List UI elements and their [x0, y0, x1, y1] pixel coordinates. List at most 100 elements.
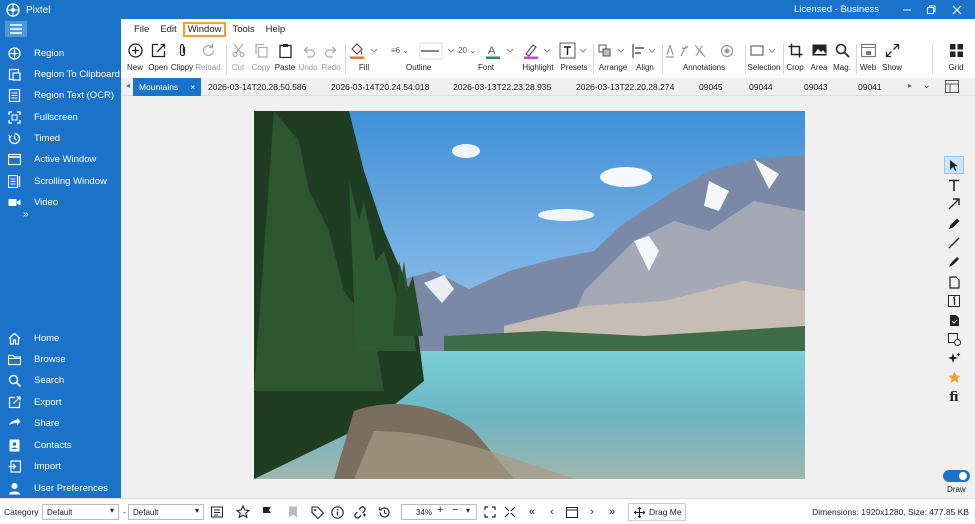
clippy-button[interactable]: Clippy	[170, 40, 194, 72]
menu-help[interactable]: Help	[261, 22, 291, 37]
magic-tool[interactable]	[944, 349, 964, 367]
redo-button[interactable]: Redo	[320, 40, 342, 72]
flag-button[interactable]	[260, 505, 274, 519]
presets-dropdown[interactable]: Presets	[558, 40, 590, 72]
next-image-button[interactable]: ›	[585, 505, 599, 519]
selection-dropdown[interactable]: Selection	[747, 40, 781, 72]
sidebar-item-video[interactable]: Video	[0, 192, 121, 212]
history-button[interactable]	[377, 505, 391, 519]
web-button[interactable]: Web	[858, 40, 878, 72]
draw-toggle[interactable]	[943, 470, 970, 482]
sidebar-item-scrolling-window[interactable]: Scrolling Window	[0, 171, 121, 191]
maximize-button[interactable]	[922, 2, 940, 17]
tab-close-icon[interactable]: ×	[190, 82, 195, 92]
link-button[interactable]	[353, 505, 367, 519]
arrange-dropdown[interactable]: Arrange	[596, 40, 630, 72]
sidebar-item-region-to-clipboard[interactable]: Region To Clipboard	[0, 64, 121, 84]
close-window-button[interactable]	[948, 2, 966, 17]
callout-tool[interactable]	[944, 330, 964, 348]
magnifier-button[interactable]: Mag.	[831, 40, 853, 72]
zoom-out-icon[interactable]: −	[452, 504, 458, 516]
sidebar-item-contacts[interactable]: Contacts	[0, 435, 121, 455]
sidebar-item-user-preferences[interactable]: User Preferences	[0, 478, 121, 498]
sidebar-item-search[interactable]: Search	[0, 370, 121, 390]
menu-edit[interactable]: Edit	[155, 22, 181, 37]
sidebar-item-timed[interactable]: Timed	[0, 128, 121, 148]
tabs-layout-icon[interactable]	[945, 80, 959, 93]
sidebar-item-export[interactable]: Export	[0, 392, 121, 412]
pen-tool[interactable]	[944, 215, 964, 233]
sidebar-item-import[interactable]: Import	[0, 456, 121, 476]
zoom-control[interactable]: 34% + − ▾	[401, 504, 477, 520]
highlight-dropdown[interactable]: Highlight	[521, 40, 555, 72]
fit-button[interactable]	[483, 505, 497, 519]
slideshow-button[interactable]	[565, 505, 579, 519]
sidebar-item-share[interactable]: Share	[0, 413, 121, 433]
notes-button[interactable]	[210, 505, 224, 519]
paste-button[interactable]: Paste	[273, 40, 297, 72]
sidebar-item-browse[interactable]: Browse	[0, 349, 121, 369]
sidebar-item-region-text-ocr[interactable]: Region Text (OCR)	[0, 85, 121, 105]
last-image-button[interactable]: »	[605, 505, 619, 519]
hamburger-menu-button[interactable]	[5, 21, 27, 37]
align-dropdown[interactable]: Align	[631, 40, 659, 72]
mountains-photo[interactable]	[254, 111, 805, 479]
reload-button[interactable]: Reload	[195, 40, 221, 72]
cut-button[interactable]: Cut	[229, 40, 247, 72]
category-select[interactable]: Default ▾	[42, 504, 119, 520]
tab-item[interactable]: 09044	[749, 78, 773, 96]
tab-item[interactable]: 09041	[858, 78, 882, 96]
font-color-dropdown[interactable]: A	[483, 40, 519, 61]
first-image-button[interactable]: «	[525, 505, 539, 519]
copy-button[interactable]: Copy	[250, 40, 272, 72]
font-size-dropdown[interactable]: 20 ⌄	[452, 40, 482, 61]
grid-button[interactable]: Grid	[944, 40, 968, 72]
arrow-tool[interactable]	[944, 195, 964, 213]
secondary-select[interactable]: Default ▾	[128, 504, 204, 520]
tags-button[interactable]	[310, 505, 324, 519]
marker-tool[interactable]	[944, 253, 964, 271]
tab-item[interactable]: 2026-03-14T20.28.50.586	[208, 78, 306, 96]
step-tool[interactable]	[944, 292, 964, 310]
tab-item[interactable]: 2026-03-13T22.23.28.935	[453, 78, 551, 96]
annotations-group[interactable]: Annotations	[664, 40, 744, 72]
undo-button[interactable]: Undo	[297, 40, 319, 72]
tabs-list-chevron-icon[interactable]: ⌄	[923, 80, 931, 91]
line-tool[interactable]	[944, 234, 964, 252]
crop-button[interactable]: Crop	[785, 40, 805, 72]
effects-tool[interactable]: fi	[944, 388, 964, 406]
info-button[interactable]	[330, 505, 344, 519]
sidebar-item-active-window[interactable]: Active Window	[0, 149, 121, 169]
tab-item[interactable]: 2026-03-14T20.24.54.018	[331, 78, 429, 96]
tab-mountains[interactable]: Mountains ×	[133, 78, 202, 96]
actual-size-button[interactable]	[503, 505, 517, 519]
text-tool[interactable]	[944, 176, 964, 194]
new-button[interactable]: New	[125, 40, 145, 72]
previous-image-button[interactable]: ‹	[545, 505, 559, 519]
zoom-in-icon[interactable]: +	[437, 504, 443, 516]
favorite-button[interactable]	[236, 505, 250, 519]
note-tool[interactable]	[944, 273, 964, 291]
fill-dropdown[interactable]: Fill	[346, 40, 382, 72]
tab-item[interactable]: 09045	[699, 78, 723, 96]
stamp-tool[interactable]	[944, 311, 964, 329]
area-button[interactable]: Area	[808, 40, 830, 72]
sidebar-item-home[interactable]: Home	[0, 328, 121, 348]
sidebar-more-chevron[interactable]: »	[23, 209, 29, 220]
image-canvas[interactable]	[121, 96, 939, 498]
select-tool[interactable]	[944, 156, 964, 174]
show-button[interactable]: Show	[881, 40, 903, 72]
menu-file[interactable]: File	[129, 22, 154, 37]
open-button[interactable]: Open	[147, 40, 169, 72]
minimize-button[interactable]	[898, 2, 916, 17]
tabs-scroll-left-icon[interactable]: ◂	[126, 81, 130, 90]
menu-tools[interactable]: Tools	[227, 22, 259, 37]
drag-me-button[interactable]: Drag Me	[628, 503, 686, 521]
chevron-down-icon[interactable]: ▾	[466, 506, 470, 515]
tabs-scroll-right-icon[interactable]: ▸	[908, 81, 912, 90]
sidebar-item-fullscreen[interactable]: Fullscreen	[0, 107, 121, 127]
outline-width-dropdown[interactable]: ≡ 6 ⌄	[385, 40, 415, 61]
bookmark-button[interactable]	[286, 505, 300, 519]
menu-window[interactable]: Window	[182, 22, 227, 37]
sidebar-item-region[interactable]: Region	[0, 43, 121, 63]
